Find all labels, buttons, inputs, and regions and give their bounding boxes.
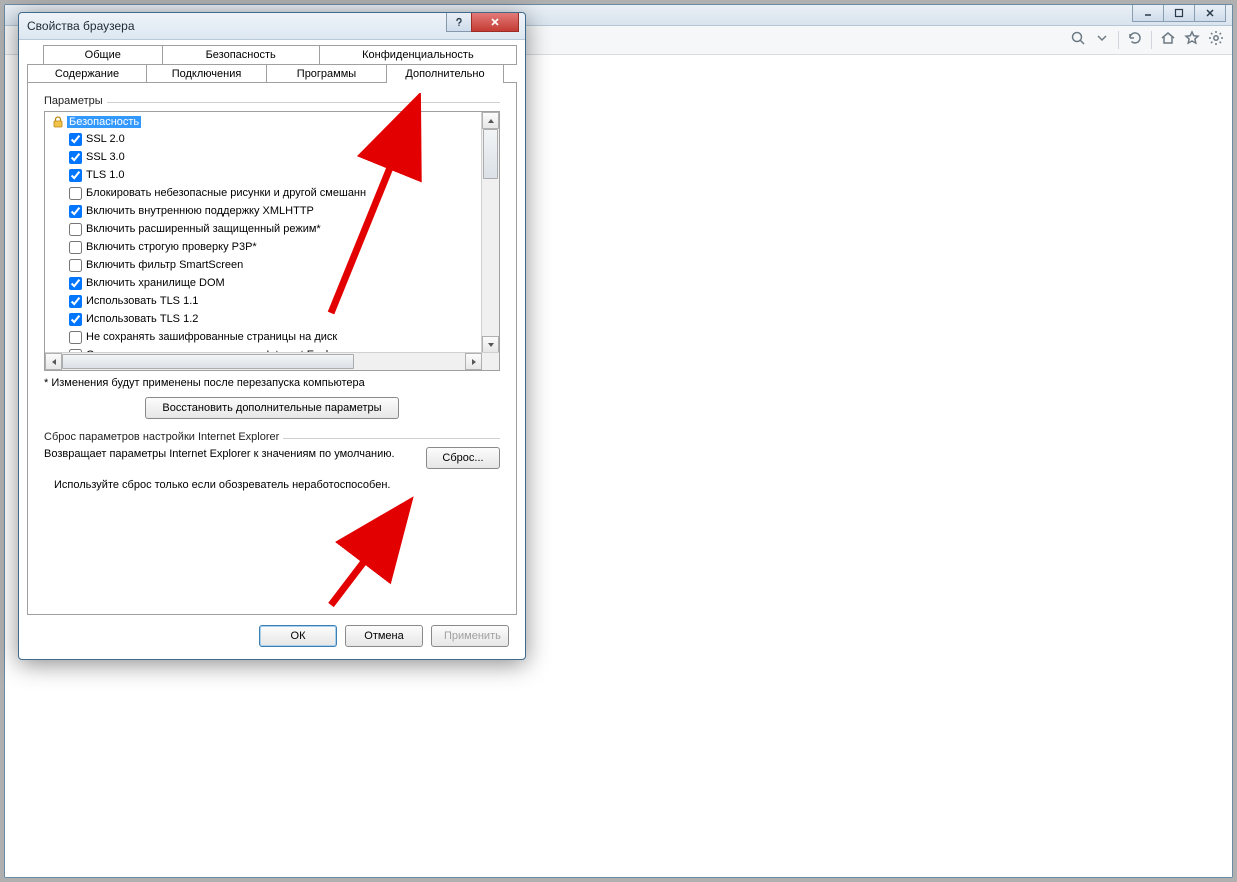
setting-label: Использовать TLS 1.1 xyxy=(86,295,198,307)
setting-checkbox[interactable] xyxy=(69,295,82,308)
minimize-button[interactable] xyxy=(1132,5,1164,22)
tab-content[interactable]: Содержание xyxy=(27,64,147,84)
setting-item[interactable]: Включить расширенный защищенный режим* xyxy=(45,220,482,238)
reset-group-label: Сброс параметров настройки Internet Expl… xyxy=(44,431,500,443)
setting-item[interactable]: SSL 3.0 xyxy=(45,148,482,166)
setting-item[interactable]: Включить фильтр SmartScreen xyxy=(45,256,482,274)
setting-label: TLS 1.0 xyxy=(86,169,125,181)
tab-general[interactable]: Общие xyxy=(43,45,163,65)
scroll-up-button[interactable] xyxy=(482,112,499,129)
reset-hint: Используйте сброс только если обозревате… xyxy=(44,479,500,491)
tab-security[interactable]: Безопасность xyxy=(162,45,320,65)
setting-checkbox[interactable] xyxy=(69,313,82,326)
setting-checkbox[interactable] xyxy=(69,205,82,218)
setting-label: Блокировать небезопасные рисунки и друго… xyxy=(86,187,366,199)
ok-button[interactable]: ОК xyxy=(259,625,337,647)
separator xyxy=(1151,31,1152,49)
settings-tree[interactable]: Безопасность SSL 2.0 SSL 3.0 TLS 1.0 Блокир… xyxy=(44,111,500,371)
tools-icon[interactable] xyxy=(1208,30,1224,49)
tab-advanced[interactable]: Дополнительно xyxy=(386,64,504,83)
dialog-titlebar[interactable]: Свойства браузера xyxy=(19,13,525,40)
home-icon[interactable] xyxy=(1160,30,1176,49)
tab-programs[interactable]: Программы xyxy=(266,64,387,84)
setting-checkbox[interactable] xyxy=(69,169,82,182)
setting-checkbox[interactable] xyxy=(69,331,82,344)
setting-label: Включить хранилище DOM xyxy=(86,277,225,289)
setting-label: Не сохранять зашифрованные страницы на д… xyxy=(86,331,337,343)
dialog-close-button[interactable] xyxy=(471,13,519,32)
setting-checkbox[interactable] xyxy=(69,133,82,146)
horizontal-scrollbar[interactable] xyxy=(45,352,499,370)
maximize-button[interactable] xyxy=(1163,5,1195,22)
setting-label: Включить внутреннюю поддержку XMLHTTP xyxy=(86,205,314,217)
setting-checkbox[interactable] xyxy=(69,187,82,200)
setting-label: Включить строгую проверку P3P* xyxy=(86,241,257,253)
setting-item[interactable]: TLS 1.0 xyxy=(45,166,482,184)
setting-item[interactable]: Включить строгую проверку P3P* xyxy=(45,238,482,256)
internet-options-dialog: Свойства браузера Общие Безопасность Кон… xyxy=(18,12,526,660)
help-button[interactable] xyxy=(446,13,472,32)
advanced-tab-panel: Параметры Безопасность SSL 2.0 SSL 3.0 TLS… xyxy=(27,82,517,615)
setting-label: Использовать TLS 1.2 xyxy=(86,313,198,325)
refresh-icon[interactable] xyxy=(1127,30,1143,49)
tab-connections[interactable]: Подключения xyxy=(146,64,267,84)
reset-description: Возвращает параметры Internet Explorer к… xyxy=(44,447,416,461)
settings-list: Безопасность SSL 2.0 SSL 3.0 TLS 1.0 Блокир… xyxy=(45,112,482,353)
setting-checkbox[interactable] xyxy=(69,259,82,272)
setting-label: SSL 2.0 xyxy=(86,133,125,145)
hscroll-thumb[interactable] xyxy=(62,354,354,369)
cancel-button[interactable]: Отмена xyxy=(345,625,423,647)
setting-item[interactable]: SSL 2.0 xyxy=(45,130,482,148)
setting-item[interactable]: Использовать TLS 1.2 xyxy=(45,310,482,328)
dropdown-icon[interactable] xyxy=(1094,30,1110,49)
setting-item[interactable]: Использовать TLS 1.1 xyxy=(45,292,482,310)
category-label: Безопасность xyxy=(67,116,141,128)
scroll-right-button[interactable] xyxy=(465,353,482,370)
close-button[interactable] xyxy=(1194,5,1226,22)
setting-checkbox[interactable] xyxy=(69,151,82,164)
scroll-thumb[interactable] xyxy=(483,129,498,179)
search-icon[interactable] xyxy=(1070,30,1086,49)
scroll-down-button[interactable] xyxy=(482,336,499,353)
settings-group-label: Параметры xyxy=(44,95,500,107)
setting-label: Включить расширенный защищенный режим* xyxy=(86,223,321,235)
setting-checkbox[interactable] xyxy=(69,277,82,290)
scroll-left-button[interactable] xyxy=(45,353,62,370)
setting-checkbox[interactable] xyxy=(69,223,82,236)
apply-button[interactable]: Применить xyxy=(431,625,509,647)
setting-checkbox[interactable] xyxy=(69,241,82,254)
setting-item[interactable]: Включить хранилище DOM xyxy=(45,274,482,292)
restore-advanced-button[interactable]: Восстановить дополнительные параметры xyxy=(145,397,399,419)
reset-button[interactable]: Сброс... xyxy=(426,447,500,469)
favorites-icon[interactable] xyxy=(1184,30,1200,49)
setting-label: SSL 3.0 xyxy=(86,151,125,163)
dialog-title: Свойства браузера xyxy=(27,19,135,33)
setting-item[interactable]: Блокировать небезопасные рисунки и друго… xyxy=(45,184,482,202)
category-security[interactable]: Безопасность xyxy=(45,114,482,130)
setting-item[interactable]: Не сохранять зашифрованные страницы на д… xyxy=(45,328,482,346)
separator xyxy=(1118,31,1119,49)
dialog-footer: ОК Отмена Применить xyxy=(27,621,517,651)
restart-note: * Изменения будут применены после переза… xyxy=(44,377,500,389)
setting-label: Включить фильтр SmartScreen xyxy=(86,259,243,271)
setting-item[interactable]: Включить внутреннюю поддержку XMLHTTP xyxy=(45,202,482,220)
tab-privacy[interactable]: Конфиденциальность xyxy=(319,45,517,65)
vertical-scrollbar[interactable] xyxy=(481,112,499,353)
lock-icon xyxy=(51,115,65,129)
